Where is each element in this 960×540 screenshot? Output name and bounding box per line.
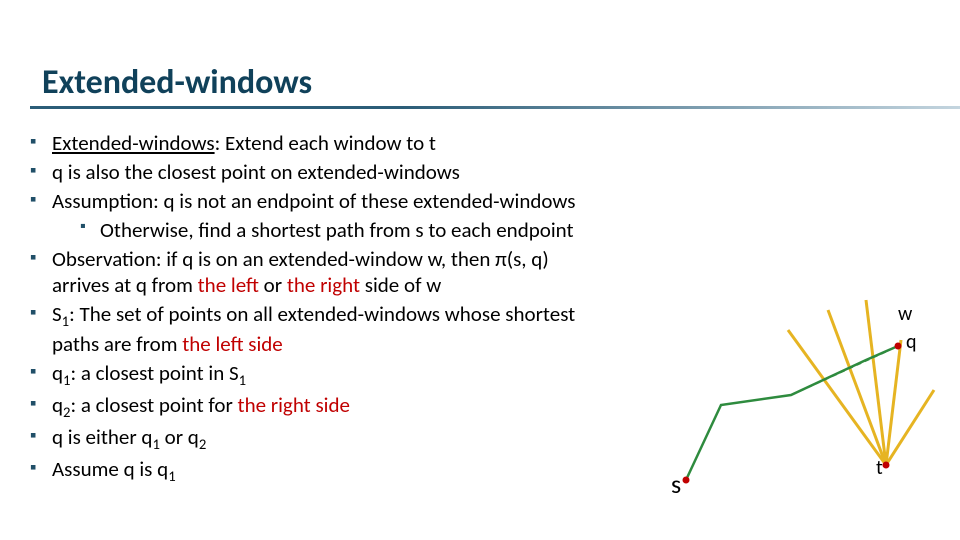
sub2: 2 xyxy=(63,403,70,421)
sub1: 1 xyxy=(63,371,70,389)
bullet-q2: q2: a closest point for the right side xyxy=(26,392,586,422)
left-word: the left xyxy=(198,272,259,298)
bullet-list-1: Extended-windows: Extend each window to … xyxy=(26,130,586,244)
text: q is also the closest point on extended-… xyxy=(52,159,460,185)
text: or q xyxy=(160,424,199,450)
slide: Extended-windows Extended-windows: Exten… xyxy=(0,0,960,540)
sub-list: Otherwise, find a shortest path from s t… xyxy=(52,217,586,244)
label-q: q xyxy=(906,330,917,354)
slide-body: Extended-windows: Extend each window to … xyxy=(26,128,586,488)
bullet-extended-windows: Extended-windows: Extend each window to … xyxy=(26,130,586,157)
text: : a closest point in S xyxy=(71,360,239,386)
bullet-otherwise: Otherwise, find a shortest path from s t… xyxy=(52,217,586,244)
label-w: w xyxy=(898,302,912,326)
bullet-q-either: q is either q1 or q2 xyxy=(26,424,586,454)
slide-title: Extended-windows xyxy=(42,62,312,103)
sub1: 1 xyxy=(62,312,69,330)
sub2: 2 xyxy=(199,435,206,453)
right-word: the right xyxy=(287,272,360,298)
bullet-s1: S1: The set of points on all extended-wi… xyxy=(26,301,586,358)
dot-q xyxy=(895,343,902,350)
sub1: 1 xyxy=(168,467,175,485)
dot-t xyxy=(883,462,890,469)
bullet-assumption: Assumption: q is not an endpoint of thes… xyxy=(26,188,586,244)
figure: s t w q xyxy=(566,270,946,530)
label-s: s xyxy=(671,468,681,500)
figure-svg xyxy=(566,270,946,530)
text: : a closest point for xyxy=(71,392,238,418)
bullet-q1: q1: a closest point in S1 xyxy=(26,360,586,390)
text: side of w xyxy=(360,272,441,298)
text: Assumption: q is not an endpoint of thes… xyxy=(52,188,575,214)
bullet-list-2: Observation: if q is on an extended-wind… xyxy=(26,246,586,487)
right-side-word: the right side xyxy=(238,392,350,418)
bullet-assume: Assume q is q1 xyxy=(26,456,586,486)
text: : Extend each window to t xyxy=(215,130,436,156)
title-divider xyxy=(30,106,960,109)
text: or xyxy=(259,272,287,298)
bullet-observation: Observation: if q is on an extended-wind… xyxy=(26,246,586,300)
text: q is either q xyxy=(52,424,152,450)
text: q xyxy=(52,392,63,418)
left-side-word: the left side xyxy=(182,331,283,357)
text: q xyxy=(52,360,63,386)
sub1: 1 xyxy=(152,435,159,453)
bullet-q-closest: q is also the closest point on extended-… xyxy=(26,159,586,186)
label-t: t xyxy=(876,456,883,480)
sub1b: 1 xyxy=(239,371,246,389)
text: Otherwise, find a shortest path from s t… xyxy=(100,217,574,243)
text: S xyxy=(52,301,62,327)
term-extended-windows: Extended-windows xyxy=(52,130,215,156)
text: Assume q is q xyxy=(52,456,168,482)
dot-s xyxy=(683,477,690,484)
text: : The set of points on all extended-wind… xyxy=(52,301,575,357)
